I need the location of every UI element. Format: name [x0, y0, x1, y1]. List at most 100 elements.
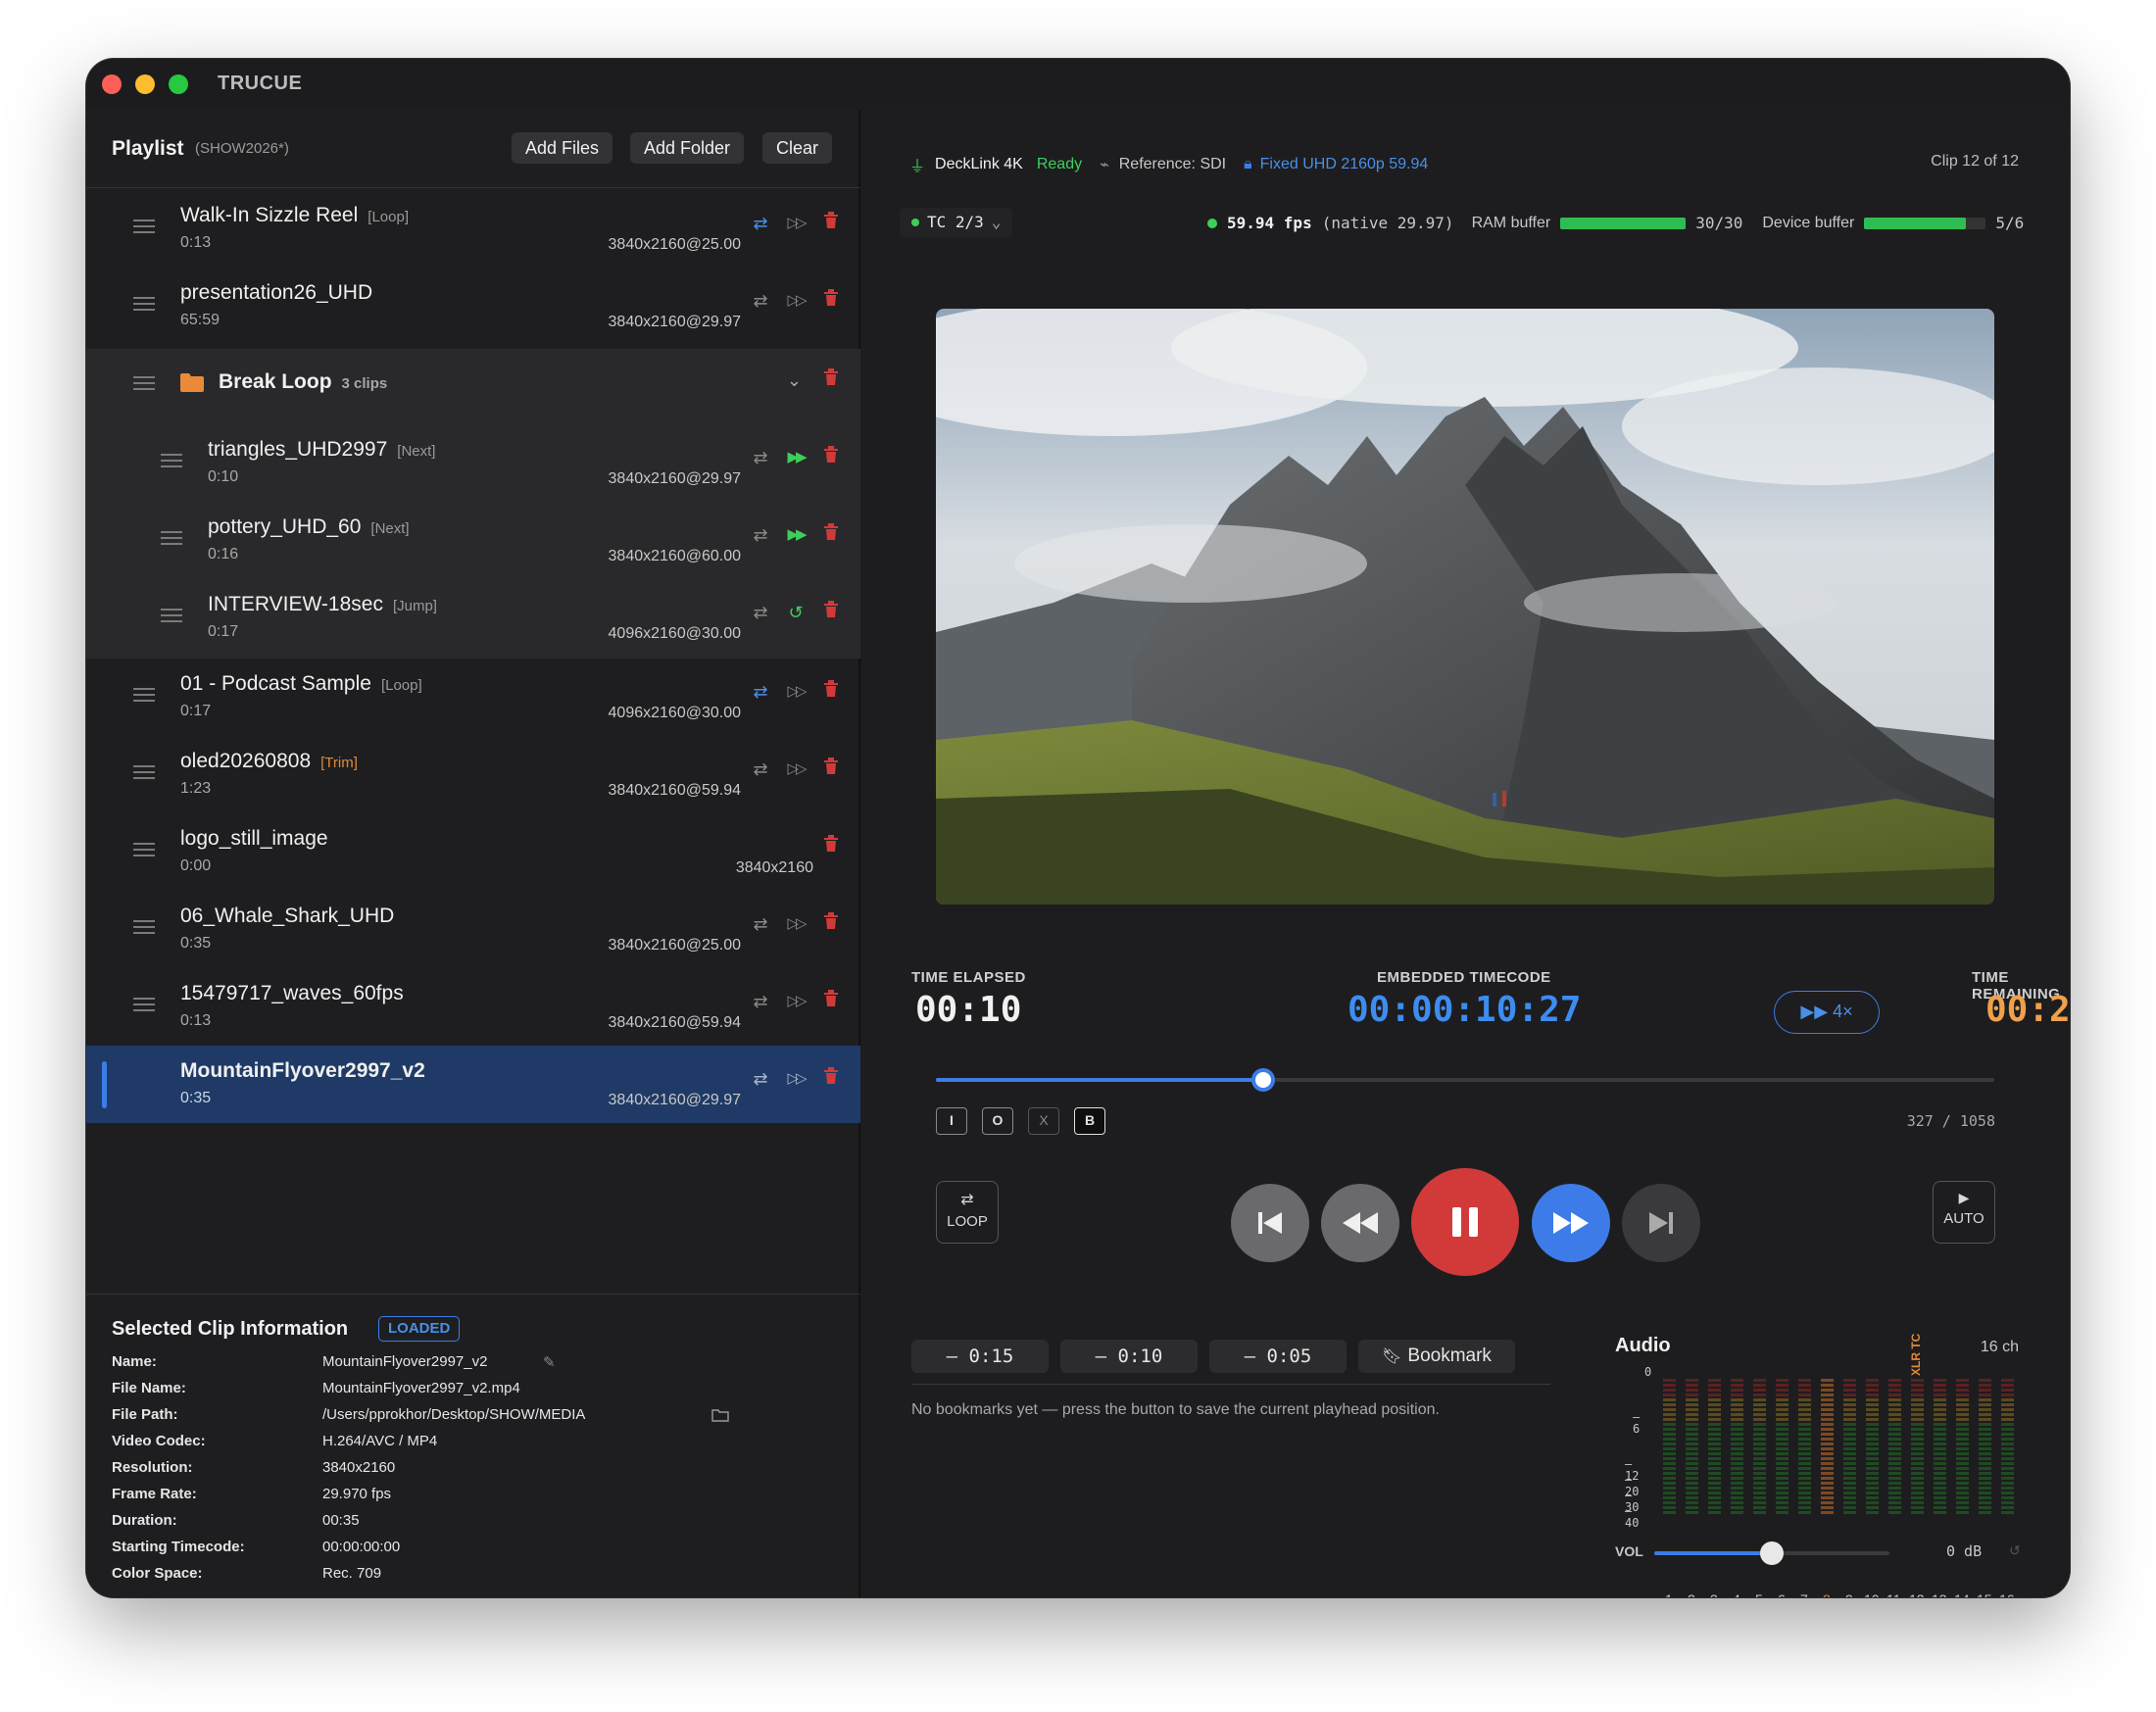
playlist-item-selected[interactable]: MountainFlyover2997_v2 0:35 3840x2160@29…	[86, 1046, 860, 1123]
drag-handle-icon[interactable]	[161, 609, 182, 622]
playlist-item[interactable]: 15479717_waves_60fps 0:13 3840x2160@59.9…	[86, 968, 860, 1046]
playlist-item[interactable]: 06_Whale_Shark_UHD 0:35 3840x2160@25.00 …	[86, 891, 860, 968]
jump-back-15-button[interactable]: – 0:15	[911, 1340, 1049, 1373]
rewind-icon	[1343, 1212, 1378, 1234]
playlist-item[interactable]: triangles_UHD2997 [Next] 0:10 3840x2160@2…	[86, 424, 860, 502]
jump-back-5-button[interactable]: – 0:05	[1209, 1340, 1347, 1373]
drag-handle-icon[interactable]	[133, 920, 155, 934]
follow-next-icon[interactable]: ▷▷	[784, 680, 808, 704]
playlist-item[interactable]: 01 - Podcast Sample [Loop] 0:17 4096x2160…	[86, 659, 860, 736]
loop-toggle-icon[interactable]: ⇄	[749, 446, 772, 469]
fps-value: 59.94 fps	[1227, 214, 1312, 232]
scrubber-handle[interactable]	[1250, 1068, 1275, 1092]
drag-handle-icon[interactable]	[133, 688, 155, 702]
volume-slider[interactable]	[1654, 1541, 1889, 1565]
trash-icon[interactable]	[819, 446, 843, 469]
pencil-icon[interactable]: ✎	[543, 1353, 556, 1371]
playlist-item[interactable]: INTERVIEW-18sec [Jump] 0:17 4096x2160@30.…	[86, 579, 860, 657]
playlist-group[interactable]: Break Loop 3 clips ⌄	[86, 347, 860, 424]
trash-icon[interactable]	[819, 523, 843, 547]
info-value: Rec. 709	[322, 1565, 382, 1582]
audio-meter-channel	[1979, 1379, 1991, 1516]
jump-icon[interactable]: ↺	[784, 601, 808, 624]
playlist-item[interactable]: Walk-In Sizzle Reel [Loop] 0:13 3840x2160…	[86, 190, 860, 268]
pause-button[interactable]	[1411, 1168, 1519, 1276]
loop-toggle-icon[interactable]: ⇄	[749, 523, 772, 547]
follow-next-icon[interactable]: ▷▷	[784, 758, 808, 781]
next-clip-button[interactable]	[1622, 1184, 1700, 1262]
playlist-item[interactable]: pottery_UHD_60 [Next] 0:16 3840x2160@60.0…	[86, 502, 860, 579]
tc-source-label: TC 2/3	[927, 213, 984, 231]
chevron-down-icon[interactable]: ⌄	[787, 370, 802, 391]
bookmark-mark-button[interactable]: B	[1074, 1107, 1105, 1135]
fast-forward-button[interactable]	[1532, 1184, 1610, 1262]
add-folder-button[interactable]: Add Folder	[630, 132, 745, 164]
loop-toggle-icon[interactable]: ⇄	[749, 1067, 772, 1091]
playlist-item[interactable]: oled20260808 [Trim] 1:23 3840x2160@59.94 …	[86, 736, 860, 813]
bookmark-button[interactable]: 🔖︎ Bookmark	[1358, 1340, 1515, 1373]
playlist-item[interactable]: presentation26_UHD 65:59 3840x2160@29.97…	[86, 268, 860, 345]
trash-icon[interactable]	[819, 912, 843, 936]
clip-resolution: 3840x2160@25.00	[608, 236, 741, 253]
trash-icon[interactable]	[819, 212, 843, 235]
volume-handle[interactable]	[1760, 1541, 1784, 1565]
clip-position: Clip 12 of 12	[1931, 153, 2019, 170]
drag-handle-icon[interactable]	[133, 297, 155, 311]
loop-button[interactable]: ⇄ LOOP	[936, 1181, 999, 1244]
follow-next-icon[interactable]: ▷▷	[784, 990, 808, 1013]
reveal-folder-icon[interactable]	[711, 1408, 729, 1426]
add-files-button[interactable]: Add Files	[512, 132, 613, 164]
loop-toggle-icon[interactable]: ⇄	[749, 758, 772, 781]
clear-button[interactable]: Clear	[762, 132, 833, 164]
trash-icon[interactable]	[819, 835, 843, 858]
scrubber-track[interactable]	[936, 1068, 1994, 1092]
follow-next-icon[interactable]: ▷▷	[784, 289, 808, 313]
follow-next-icon[interactable]: ▶▶	[784, 523, 808, 547]
drag-handle-icon[interactable]	[133, 843, 155, 856]
clip-resolution: 3840x2160@29.97	[608, 314, 741, 330]
previous-clip-button[interactable]	[1231, 1184, 1309, 1262]
auto-button[interactable]: ▶ AUTO	[1933, 1181, 1995, 1244]
loop-toggle-icon[interactable]: ⇄	[749, 912, 772, 936]
follow-next-icon[interactable]: ▷▷	[784, 912, 808, 936]
drag-handle-icon[interactable]	[133, 765, 155, 779]
trash-icon[interactable]	[819, 990, 843, 1013]
playlist-panel: Playlist (SHOW2026*) Add Files Add Folde…	[86, 110, 860, 1597]
follow-next-icon[interactable]: ▷▷	[784, 1067, 808, 1091]
speed-indicator[interactable]: ▶▶ 4×	[1774, 991, 1880, 1034]
loop-toggle-icon[interactable]: ⇄	[749, 680, 772, 704]
zoom-window-button[interactable]	[169, 74, 188, 94]
trash-icon[interactable]	[819, 368, 843, 392]
playlist-item[interactable]: logo_still_image 0:00 3840x2160	[86, 813, 860, 891]
drag-handle-icon[interactable]	[133, 220, 155, 233]
trash-icon[interactable]	[819, 289, 843, 313]
info-key: Video Codec:	[112, 1433, 206, 1449]
clear-marks-button[interactable]: X	[1028, 1107, 1059, 1135]
drag-handle-icon[interactable]	[133, 376, 155, 390]
loop-toggle-icon[interactable]: ⇄	[749, 990, 772, 1013]
loop-icon: ⇄	[960, 1192, 974, 1208]
reset-volume-icon[interactable]: ↺	[2009, 1542, 2021, 1559]
trash-icon[interactable]	[819, 680, 843, 704]
minimize-window-button[interactable]	[135, 74, 155, 94]
trash-icon[interactable]	[819, 601, 843, 624]
loop-toggle-icon[interactable]: ⇄	[749, 289, 772, 313]
mark-in-button[interactable]: I	[936, 1107, 967, 1135]
loop-toggle-icon[interactable]: ⇄	[749, 601, 772, 624]
follow-next-icon[interactable]: ▶▶	[784, 446, 808, 469]
tc-source-dropdown[interactable]: TC 2/3 ⌄	[900, 208, 1013, 237]
close-window-button[interactable]	[102, 74, 122, 94]
mark-out-button[interactable]: O	[982, 1107, 1013, 1135]
jump-back-10-button[interactable]: – 0:10	[1060, 1340, 1198, 1373]
drag-handle-icon[interactable]	[161, 454, 182, 467]
fps-status-dot	[1207, 218, 1217, 228]
rewind-button[interactable]	[1321, 1184, 1399, 1262]
drag-handle-icon[interactable]	[133, 998, 155, 1011]
audio-channel-label: 8	[1823, 1591, 1831, 1597]
playlist-title: Playlist	[112, 137, 184, 160]
loop-toggle-icon[interactable]: ⇄	[749, 212, 772, 235]
trash-icon[interactable]	[819, 1067, 843, 1091]
follow-next-icon[interactable]: ▷▷	[784, 212, 808, 235]
drag-handle-icon[interactable]	[161, 531, 182, 545]
trash-icon[interactable]	[819, 758, 843, 781]
